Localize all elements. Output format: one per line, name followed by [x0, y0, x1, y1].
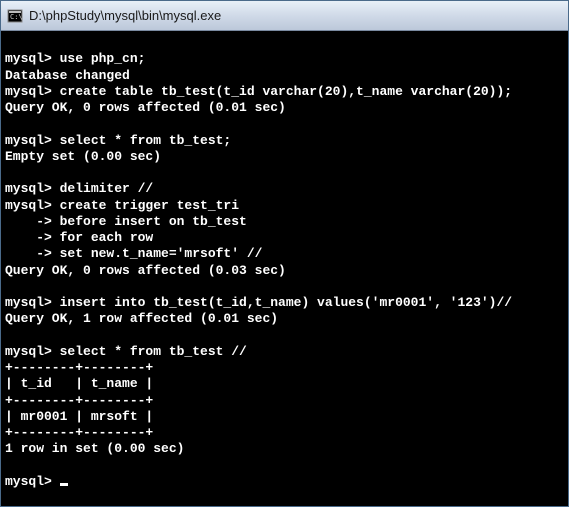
- terminal-line: | t_id | t_name |: [5, 376, 153, 391]
- terminal-line: -> set new.t_name='mrsoft' //: [5, 246, 262, 261]
- terminal-line: mysql> create trigger test_tri: [5, 198, 239, 213]
- terminal-line: Database changed: [5, 68, 130, 83]
- terminal-line: mysql> select * from tb_test //: [5, 344, 247, 359]
- terminal-line: Query OK, 1 row affected (0.01 sec): [5, 311, 278, 326]
- terminal-line: mysql> use php_cn;: [5, 51, 145, 66]
- terminal-line: | mr0001 | mrsoft |: [5, 409, 153, 424]
- terminal-line: -> before insert on tb_test: [5, 214, 247, 229]
- terminal-output[interactable]: mysql> use php_cn; Database changed mysq…: [1, 31, 568, 506]
- terminal-line: mysql> create table tb_test(t_id varchar…: [5, 84, 512, 99]
- terminal-line: mysql> select * from tb_test;: [5, 133, 231, 148]
- terminal-prompt: mysql>: [5, 474, 60, 489]
- terminal-line: +--------+--------+: [5, 425, 153, 440]
- terminal-line: +--------+--------+: [5, 360, 153, 375]
- terminal-line: mysql> insert into tb_test(t_id,t_name) …: [5, 295, 512, 310]
- cursor: [60, 483, 68, 486]
- app-window: C:\ D:\phpStudy\mysql\bin\mysql.exe mysq…: [0, 0, 569, 507]
- terminal-line: -> for each row: [5, 230, 153, 245]
- svg-text:C:\: C:\: [10, 13, 23, 21]
- terminal-line: Query OK, 0 rows affected (0.01 sec): [5, 100, 286, 115]
- terminal-line: Query OK, 0 rows affected (0.03 sec): [5, 263, 286, 278]
- terminal-line: 1 row in set (0.00 sec): [5, 441, 184, 456]
- terminal-line: mysql> delimiter //: [5, 181, 153, 196]
- app-icon: C:\: [7, 8, 23, 24]
- window-title: D:\phpStudy\mysql\bin\mysql.exe: [29, 8, 221, 23]
- titlebar[interactable]: C:\ D:\phpStudy\mysql\bin\mysql.exe: [1, 1, 568, 31]
- terminal-line: Empty set (0.00 sec): [5, 149, 161, 164]
- terminal-line: +--------+--------+: [5, 393, 153, 408]
